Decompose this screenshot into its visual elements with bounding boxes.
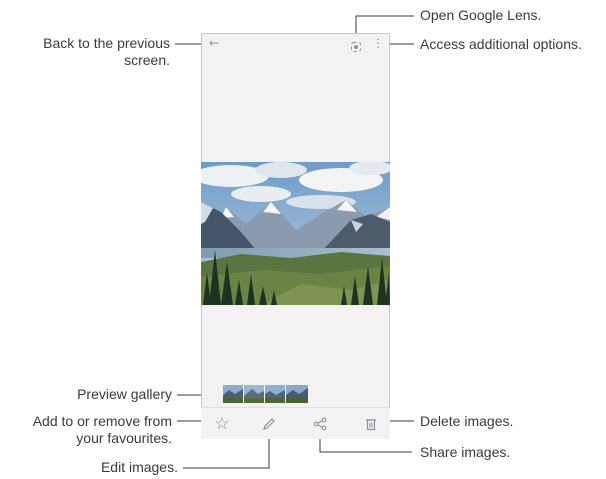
callout-favourite: Add to or remove from your favourites. bbox=[0, 413, 172, 447]
callout-edit: Edit images. bbox=[100, 459, 178, 475]
callout-share: Share images. bbox=[420, 444, 511, 460]
callout-preview: Preview gallery bbox=[77, 386, 172, 402]
favourite-star-icon[interactable]: ☆ bbox=[208, 408, 236, 439]
callout-delete: Delete images. bbox=[420, 413, 514, 429]
edit-pencil-icon[interactable] bbox=[255, 408, 283, 439]
callout-favourite-line1: Add to or remove from bbox=[32, 413, 172, 429]
callout-back-line1: Back to the previous bbox=[43, 35, 170, 51]
gallery-thumbnail[interactable] bbox=[265, 385, 285, 403]
back-arrow-icon[interactable]: ← bbox=[209, 36, 219, 50]
delete-trash-icon[interactable] bbox=[357, 408, 385, 439]
gallery-thumbnail[interactable] bbox=[223, 385, 243, 403]
preview-gallery[interactable] bbox=[223, 385, 308, 403]
more-options-icon[interactable]: ⋮ bbox=[372, 36, 384, 50]
callout-options: Access additional options. bbox=[420, 36, 582, 52]
callout-favourite-line2: your favourites. bbox=[76, 430, 172, 446]
share-icon[interactable] bbox=[306, 408, 334, 439]
callout-back-line2: screen. bbox=[124, 52, 170, 68]
main-photo bbox=[201, 162, 390, 305]
bottom-toolbar: ☆ bbox=[201, 407, 390, 439]
gallery-thumbnail-selected[interactable] bbox=[286, 385, 308, 403]
gallery-thumbnail[interactable] bbox=[244, 385, 264, 403]
lens-icon[interactable] bbox=[351, 39, 361, 52]
callout-lens: Open Google Lens. bbox=[420, 7, 542, 23]
callout-back: Back to the previous screen. bbox=[0, 35, 170, 69]
